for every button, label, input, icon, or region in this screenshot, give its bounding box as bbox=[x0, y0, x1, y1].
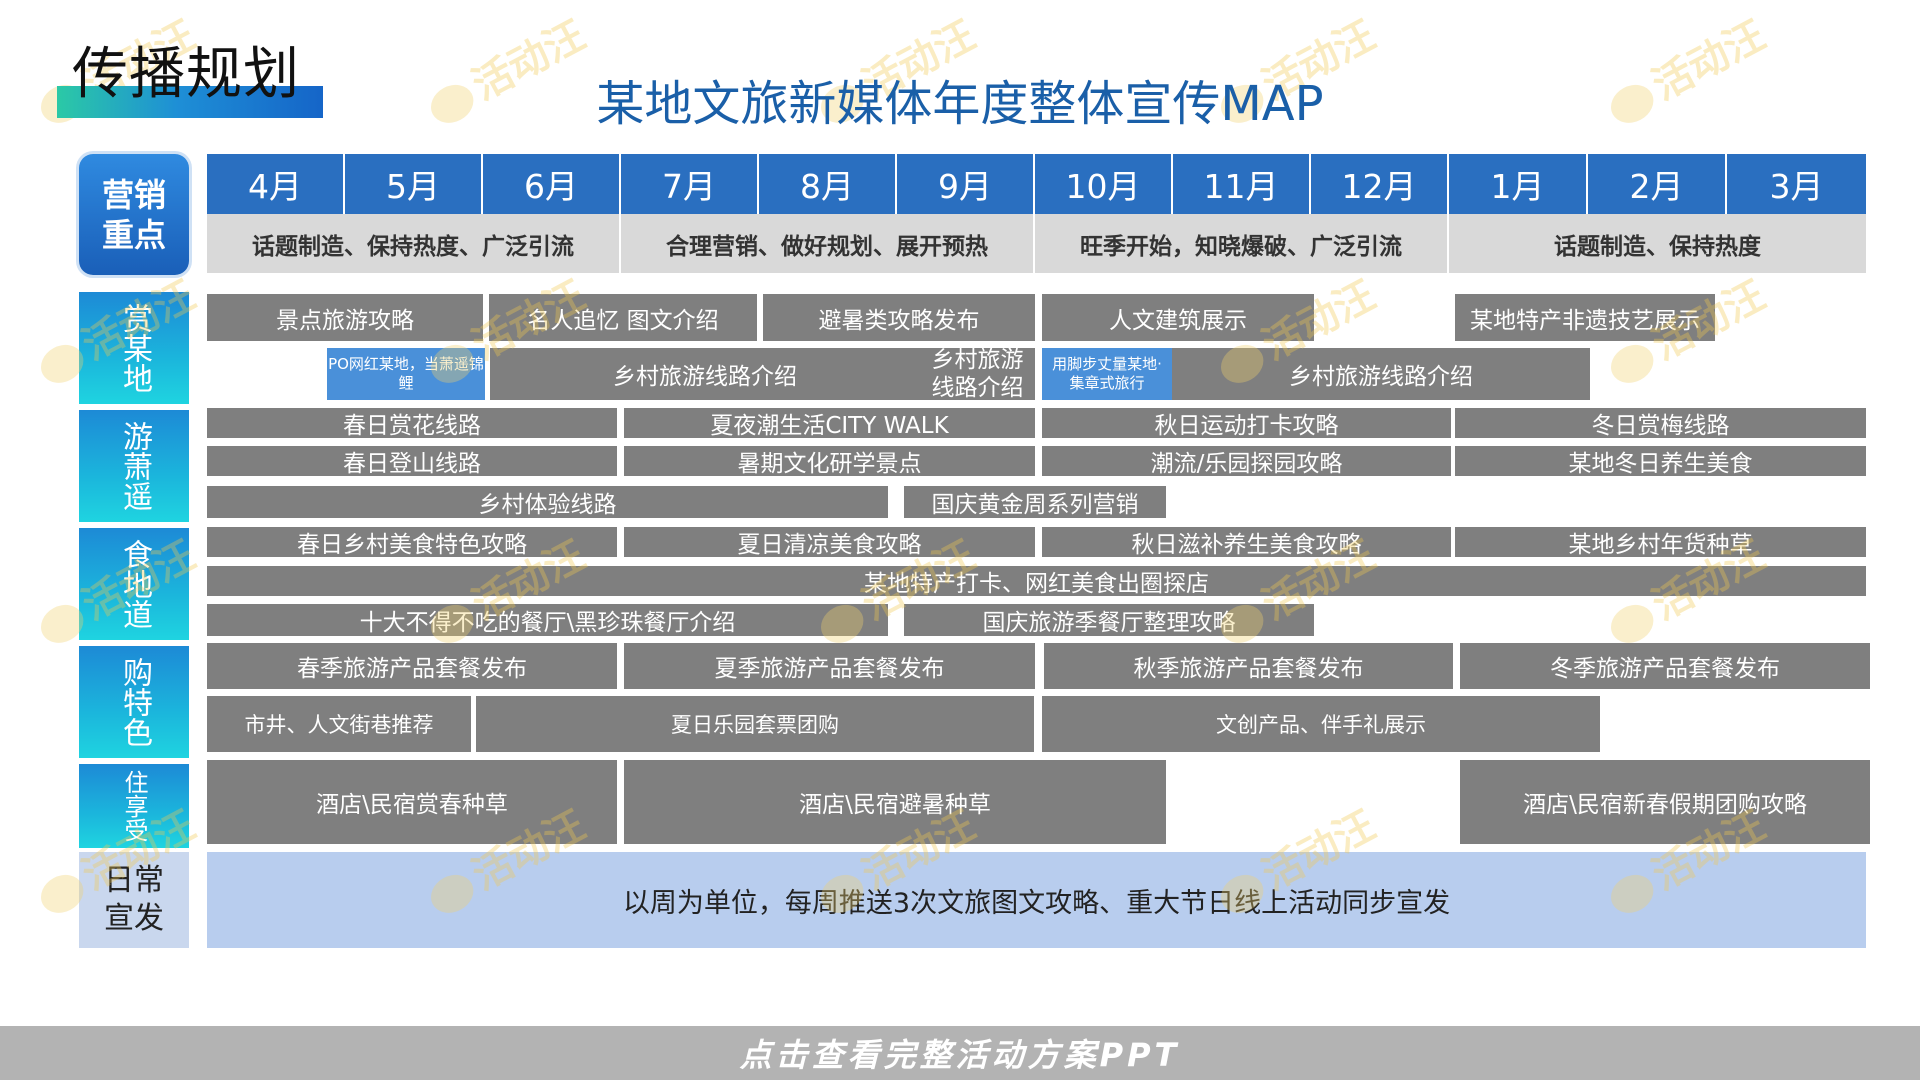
month-header: 9月 bbox=[897, 154, 1035, 214]
activity-bar: 春季旅游产品套餐发布 bbox=[207, 643, 617, 689]
category-you: 游萧遥 bbox=[79, 410, 189, 522]
theme-cell: 旺季开始，知晓爆破、广泛引流 bbox=[1035, 214, 1449, 273]
activity-bar: 某地乡村年货种草 bbox=[1455, 527, 1866, 557]
category-gou: 购特色 bbox=[79, 646, 189, 758]
view-full-plan-link[interactable]: 点击查看完整活动方案PPT bbox=[0, 1026, 1920, 1080]
activity-bar: 乡村体验线路 bbox=[207, 486, 888, 518]
category-shang: 赏某地 bbox=[79, 292, 189, 404]
month-header: 4月 bbox=[207, 154, 345, 214]
activity-bar: 春日登山线路 bbox=[207, 446, 617, 476]
category-marketing-focus: 营销 重点 bbox=[79, 154, 189, 275]
activity-bar: 春日赏花线路 bbox=[207, 408, 617, 438]
month-header: 6月 bbox=[483, 154, 621, 214]
month-header: 8月 bbox=[759, 154, 897, 214]
activity-bar: 景点旅游攻略 bbox=[207, 294, 483, 341]
activity-bar: 春日乡村美食特色攻略 bbox=[207, 527, 617, 557]
activity-bar: 乡村旅游线路介绍 bbox=[920, 348, 1035, 400]
month-header: 11月 bbox=[1173, 154, 1311, 214]
activity-bar: 秋日运动打卡攻略 bbox=[1042, 408, 1451, 438]
theme-cell: 话题制造、保持热度、广泛引流 bbox=[207, 214, 621, 273]
activity-bar: 夏夜潮生活CITY WALK bbox=[624, 408, 1035, 438]
activity-bar: 市井、人文街巷推荐 bbox=[207, 696, 471, 752]
activity-bar: 人文建筑展示 bbox=[1042, 294, 1314, 341]
activity-bar-highlight: 用脚步丈量某地·集章式旅行 bbox=[1042, 348, 1172, 400]
activity-bar: 秋日滋补养生美食攻略 bbox=[1042, 527, 1451, 557]
activity-bar: 夏日乐园套票团购 bbox=[476, 696, 1034, 752]
activity-bar: 冬日赏梅线路 bbox=[1455, 408, 1866, 438]
category-shi: 食地道 bbox=[79, 528, 189, 640]
daily-publish-box: 以周为单位，每周推送3次文旅图文攻略、重大节日线上活动同步宣发 bbox=[207, 852, 1866, 948]
activity-bar: 十大不得不吃的餐厅\黑珍珠餐厅介绍 bbox=[207, 604, 888, 636]
theme-cell: 合理营销、做好规划、展开预热 bbox=[621, 214, 1035, 273]
activity-bar: 某地冬日养生美食 bbox=[1455, 446, 1866, 476]
month-header: 5月 bbox=[345, 154, 483, 214]
activity-bar: 某地特产打卡、网红美食出圈探店 bbox=[207, 566, 1866, 596]
page-title: 某地文旅新媒体年度整体宣传MAP bbox=[596, 76, 1324, 132]
activity-bar: 暑期文化研学景点 bbox=[624, 446, 1035, 476]
activity-bar: 文创产品、伴手礼展示 bbox=[1042, 696, 1600, 752]
activity-bar: 酒店\民宿避暑种草 bbox=[624, 760, 1166, 844]
month-header: 7月 bbox=[621, 154, 759, 214]
month-header: 2月 bbox=[1588, 154, 1727, 214]
category-zhu: 住享受 bbox=[79, 764, 189, 848]
month-header: 1月 bbox=[1449, 154, 1588, 214]
activity-bar: 潮流/乐园探园攻略 bbox=[1042, 446, 1451, 476]
activity-bar: 秋季旅游产品套餐发布 bbox=[1044, 643, 1453, 689]
activity-bar: 夏日清凉美食攻略 bbox=[624, 527, 1035, 557]
activity-bar: 某地特产非遗技艺展示 bbox=[1455, 294, 1715, 341]
activity-bar: 国庆黄金周系列营销 bbox=[904, 486, 1166, 518]
activity-bar: 酒店\民宿新春假期团购攻略 bbox=[1460, 760, 1870, 844]
theme-cell: 话题制造、保持热度 bbox=[1449, 214, 1866, 273]
activity-bar: 乡村旅游线路介绍 bbox=[490, 348, 920, 400]
activity-bar: 避暑类攻略发布 bbox=[763, 294, 1035, 341]
month-header: 3月 bbox=[1727, 154, 1866, 214]
activity-bar: 夏季旅游产品套餐发布 bbox=[624, 643, 1035, 689]
month-header: 12月 bbox=[1311, 154, 1449, 214]
activity-bar: 名人追忆 图文介绍 bbox=[489, 294, 757, 341]
month-header: 10月 bbox=[1035, 154, 1173, 214]
activity-bar: 国庆旅游季餐厅整理攻略 bbox=[904, 604, 1314, 636]
activity-bar-highlight: PO网红某地，当萧遥锦鲤 bbox=[327, 348, 485, 400]
activity-bar: 乡村旅游线路介绍 bbox=[1172, 348, 1590, 400]
category-daily: 日常 宣发 bbox=[79, 852, 189, 948]
activity-bar: 酒店\民宿赏春种草 bbox=[207, 760, 617, 844]
activity-bar: 冬季旅游产品套餐发布 bbox=[1460, 643, 1870, 689]
